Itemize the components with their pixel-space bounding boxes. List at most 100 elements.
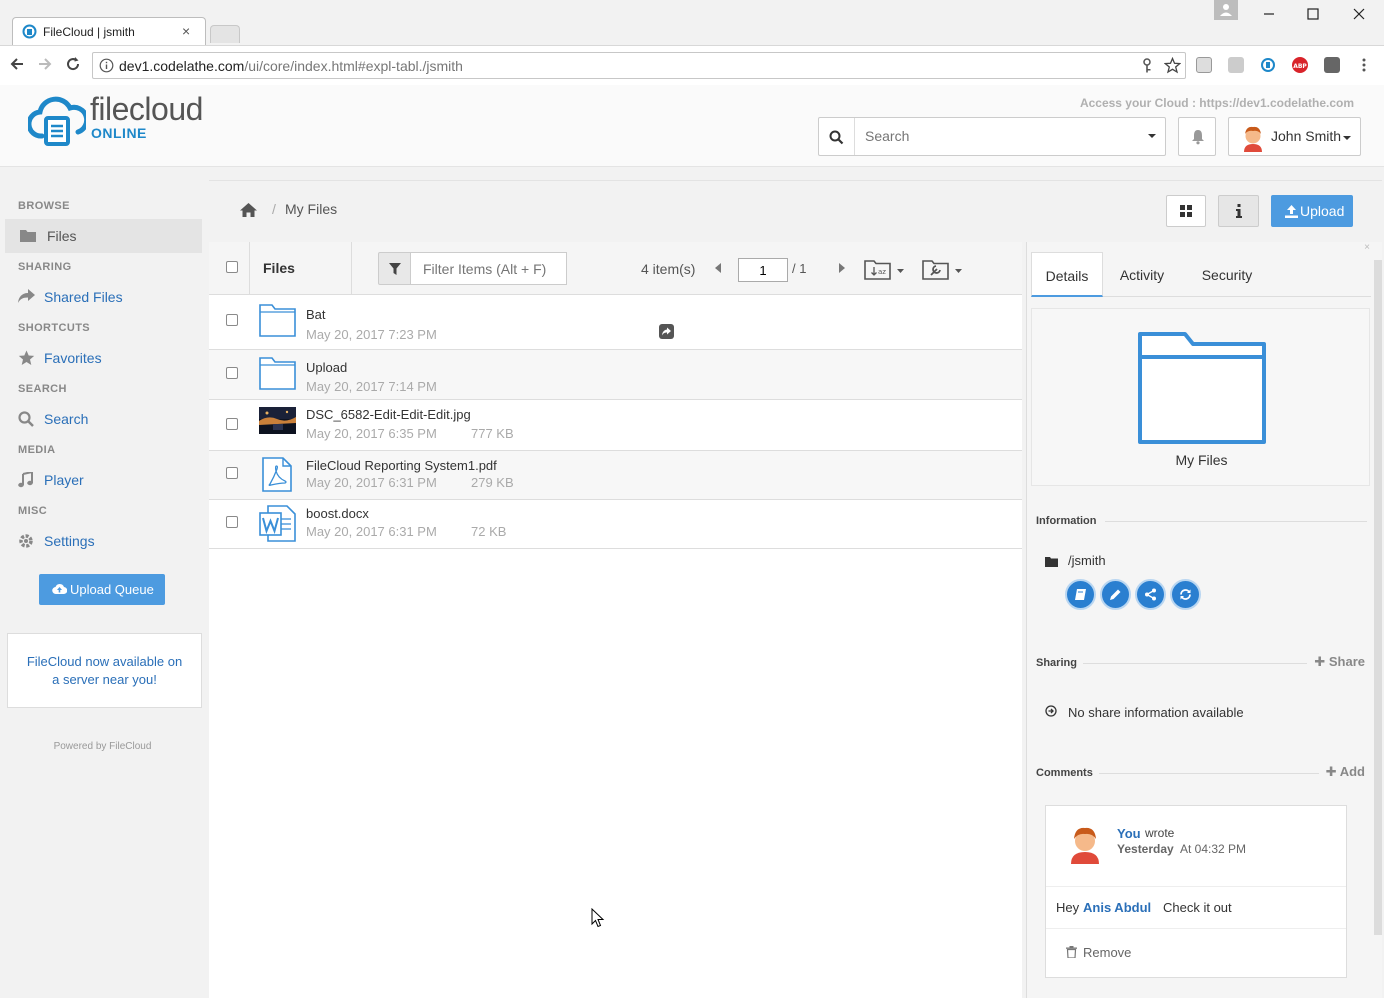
- upload-icon: [1285, 205, 1298, 218]
- file-date: May 20, 2017 6:31 PM: [306, 524, 437, 539]
- sidebar-item-settings[interactable]: Settings: [5, 524, 202, 558]
- table-row[interactable]: FileCloud Reporting System1.pdf May 20, …: [209, 451, 1022, 500]
- next-page-icon[interactable]: [839, 263, 845, 273]
- upload-button[interactable]: Upload: [1271, 195, 1353, 227]
- extension-cloud-icon[interactable]: [1260, 57, 1276, 73]
- table-row[interactable]: Bat May 20, 2017 7:23 PM: [209, 297, 1022, 350]
- table-row[interactable]: boost.docx May 20, 2017 6:31 PM 72 KB: [209, 500, 1022, 549]
- info-path: /jsmith: [1068, 553, 1106, 568]
- sidebar-item-shared-files[interactable]: Shared Files: [5, 280, 202, 314]
- panel-scrollbar[interactable]: [1374, 260, 1382, 935]
- row-checkbox[interactable]: [226, 367, 238, 379]
- notifications-button[interactable]: [1178, 117, 1216, 156]
- shared-link-icon[interactable]: [659, 324, 674, 339]
- preview-label: My Files: [1175, 452, 1228, 468]
- filter-button[interactable]: [378, 252, 411, 285]
- search-button[interactable]: [819, 118, 855, 155]
- search-icon: [829, 130, 844, 145]
- row-checkbox[interactable]: [226, 418, 238, 430]
- tab-title: FileCloud | jsmith: [43, 25, 135, 39]
- search-dropdown-icon[interactable]: [1147, 127, 1157, 145]
- table-row[interactable]: DSC_6582-Edit-Edit-Edit.jpg May 20, 2017…: [209, 400, 1022, 451]
- info-icon: [1236, 204, 1242, 218]
- file-toolbar: Files 4 item(s) / 1 az: [209, 242, 1022, 295]
- tab-security[interactable]: Security: [1191, 252, 1263, 297]
- sidebar-item-search[interactable]: Search: [5, 402, 202, 436]
- bookmark-star-icon[interactable]: [1164, 57, 1181, 74]
- rename-button[interactable]: [1100, 579, 1131, 610]
- profile-icon[interactable]: [1214, 0, 1238, 20]
- folder-icon: [1045, 556, 1058, 567]
- promo-line-1: FileCloud now available on: [26, 654, 183, 669]
- comment-author[interactable]: You: [1117, 826, 1141, 841]
- remove-comment-button[interactable]: Remove: [1083, 945, 1131, 960]
- search-input[interactable]: [865, 128, 1125, 144]
- file-name[interactable]: boost.docx: [306, 506, 369, 521]
- page-number-input[interactable]: [738, 258, 788, 282]
- share-button[interactable]: [1135, 579, 1166, 610]
- sidebar-item-favorites[interactable]: Favorites: [5, 341, 202, 375]
- file-name[interactable]: FileCloud Reporting System1.pdf: [306, 458, 497, 473]
- tab-details[interactable]: Details: [1031, 252, 1103, 297]
- add-comment-link[interactable]: ✚ Add: [1326, 764, 1365, 780]
- info-panel-button[interactable]: [1218, 195, 1259, 227]
- tab-close-icon[interactable]: ×: [182, 23, 190, 39]
- sync-button[interactable]: [1170, 579, 1201, 610]
- user-avatar: [1240, 124, 1266, 152]
- sidebar-item-label: Player: [44, 472, 84, 488]
- file-name[interactable]: Bat: [306, 307, 326, 322]
- reload-icon[interactable]: [65, 56, 81, 72]
- comment-text-after: Check it out: [1163, 900, 1232, 915]
- sidebar-heading-shortcuts: SHORTCUTS: [18, 322, 91, 334]
- tab-activity[interactable]: Activity: [1111, 252, 1173, 297]
- close-window-icon[interactable]: [1348, 4, 1370, 24]
- powered-by[interactable]: Powered by FileCloud: [0, 741, 205, 752]
- divider: [1105, 521, 1367, 522]
- file-name[interactable]: DSC_6582-Edit-Edit-Edit.jpg: [306, 407, 471, 422]
- sort-menu-button[interactable]: az: [864, 257, 909, 283]
- table-row[interactable]: Upload May 20, 2017 7:14 PM: [209, 350, 1022, 400]
- sidebar-item-player[interactable]: Player: [5, 463, 202, 497]
- grid-view-button[interactable]: [1166, 195, 1206, 227]
- extension-shield-icon[interactable]: [1196, 57, 1212, 73]
- row-checkbox[interactable]: [226, 314, 238, 326]
- folder-icon: [20, 229, 36, 242]
- upload-queue-button[interactable]: Upload Queue: [39, 574, 165, 605]
- breadcrumb-current[interactable]: My Files: [285, 201, 337, 217]
- select-all-checkbox[interactable]: [226, 261, 238, 273]
- file-size: 279 KB: [471, 475, 514, 490]
- maximize-icon[interactable]: [1302, 4, 1324, 24]
- sidebar-heading-sharing: SHARING: [18, 261, 72, 273]
- home-icon[interactable]: [240, 203, 257, 217]
- row-checkbox[interactable]: [226, 467, 238, 479]
- promo-box[interactable]: FileCloud now available on a server near…: [7, 633, 202, 708]
- browser-menu-icon[interactable]: [1362, 58, 1366, 72]
- user-name: John Smith: [1271, 128, 1342, 144]
- add-share-link[interactable]: ✚ Share: [1314, 654, 1365, 670]
- search-icon: [18, 411, 34, 427]
- adblock-icon[interactable]: ABP: [1292, 57, 1308, 73]
- row-checkbox[interactable]: [226, 516, 238, 528]
- open-details-button[interactable]: [1065, 579, 1096, 610]
- comment-time: At 04:32 PM: [1180, 842, 1247, 856]
- new-tab-button[interactable]: [210, 25, 240, 43]
- share-action-label: Share: [1328, 654, 1365, 669]
- extension-cube-icon[interactable]: [1228, 57, 1244, 73]
- extension-square-icon[interactable]: [1324, 57, 1340, 73]
- comment-mention[interactable]: Anis Abdul: [1083, 900, 1151, 915]
- sidebar-item-files[interactable]: Files: [5, 219, 202, 253]
- prev-page-icon[interactable]: [715, 263, 721, 273]
- back-arrow-icon[interactable]: [9, 56, 25, 72]
- word-file-icon: [259, 505, 296, 542]
- filter-input[interactable]: [410, 252, 567, 285]
- url-bar[interactable]: dev1.codelathe.com/ui/core/index.html#ex…: [92, 52, 1186, 79]
- forward-arrow-icon[interactable]: [37, 56, 53, 72]
- column-header-files[interactable]: Files: [249, 242, 352, 295]
- folder-tools-menu-button[interactable]: [922, 257, 967, 283]
- user-menu-button[interactable]: John Smith: [1228, 117, 1361, 156]
- key-icon[interactable]: [1141, 58, 1153, 74]
- file-name[interactable]: Upload: [306, 360, 347, 375]
- minimize-icon[interactable]: [1258, 4, 1280, 24]
- star-icon: [18, 350, 35, 366]
- info-icon[interactable]: [99, 58, 114, 73]
